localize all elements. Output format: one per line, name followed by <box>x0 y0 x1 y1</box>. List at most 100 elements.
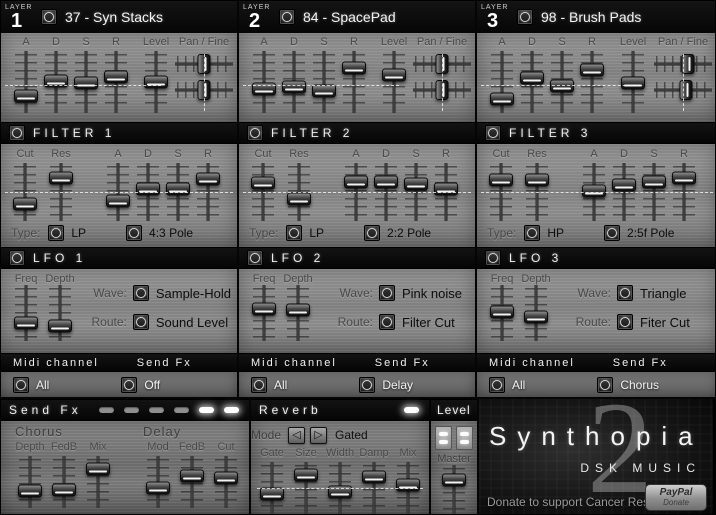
preset-select-button[interactable] <box>517 9 533 25</box>
res-slider[interactable] <box>522 163 552 221</box>
slider-knob[interactable] <box>144 75 168 89</box>
filter-r-slider[interactable] <box>669 163 699 221</box>
paypal-donate-button[interactable]: PayPal Donate <box>645 484 707 511</box>
slider-knob[interactable] <box>86 462 110 476</box>
sendfx-route-button[interactable] <box>359 376 376 393</box>
slider-knob[interactable] <box>48 319 72 333</box>
midi-channel-button[interactable] <box>489 376 505 393</box>
slider-knob[interactable] <box>672 171 696 184</box>
slider-knob[interactable] <box>146 481 170 495</box>
adsr-a-slider[interactable] <box>11 51 41 113</box>
slider-knob[interactable] <box>524 310 548 324</box>
filter-d-slider[interactable] <box>133 163 163 221</box>
chorus-mix-slider[interactable] <box>83 456 113 508</box>
filter-type-button[interactable] <box>524 225 541 241</box>
slider-knob[interactable] <box>104 70 128 84</box>
adsr-s-slider[interactable] <box>547 51 577 113</box>
filter-d-slider[interactable] <box>609 163 639 221</box>
filter-pole-button[interactable] <box>364 225 381 241</box>
midi-channel-button[interactable] <box>13 376 29 393</box>
reverb-gate-slider[interactable] <box>257 462 287 514</box>
slider-knob[interactable] <box>260 487 284 501</box>
slider-knob[interactable] <box>362 470 386 484</box>
reverb-width-slider[interactable] <box>325 462 355 514</box>
chorus-depth-slider[interactable] <box>15 456 45 508</box>
slider-knob[interactable] <box>342 61 366 75</box>
slider-knob[interactable] <box>251 176 275 190</box>
slider-knob[interactable] <box>344 175 368 189</box>
mode-prev-button[interactable]: ◁ <box>288 426 306 444</box>
slider-knob[interactable] <box>404 177 428 191</box>
slider-knob[interactable] <box>282 80 306 94</box>
lfo-freq-slider[interactable] <box>11 285 41 341</box>
preset-select-button[interactable] <box>279 9 295 25</box>
preset-name[interactable]: 98 - Brush Pads <box>541 9 641 25</box>
slider-knob[interactable] <box>13 197 37 211</box>
filter-led-button[interactable] <box>247 125 263 141</box>
adsr-r-slider[interactable] <box>577 51 607 113</box>
route-select-button[interactable] <box>379 314 395 330</box>
delay-cut-slider[interactable] <box>211 456 241 508</box>
delay-fedb-slider[interactable] <box>177 456 207 508</box>
slider-knob[interactable] <box>396 478 420 492</box>
filter-d-slider[interactable] <box>371 163 401 221</box>
slider-knob[interactable] <box>582 184 606 198</box>
reverb-size-slider[interactable] <box>291 462 321 514</box>
slider-knob[interactable] <box>294 468 318 482</box>
res-slider[interactable] <box>284 163 314 221</box>
res-slider[interactable] <box>46 163 76 221</box>
adsr-s-slider[interactable] <box>71 51 101 113</box>
slider-knob[interactable] <box>74 76 98 90</box>
slider-knob[interactable] <box>106 194 130 208</box>
slider-knob[interactable] <box>550 79 574 93</box>
slider-knob[interactable] <box>681 54 695 74</box>
slider-knob[interactable] <box>214 471 238 485</box>
lfo-depth-slider[interactable] <box>45 285 75 341</box>
fine-slider[interactable] <box>654 80 712 100</box>
slider-knob[interactable] <box>286 303 310 317</box>
slider-knob[interactable] <box>180 469 204 483</box>
slider-knob[interactable] <box>196 172 220 186</box>
slider-knob[interactable] <box>434 182 458 196</box>
adsr-d-slider[interactable] <box>517 51 547 113</box>
level-slider[interactable] <box>141 51 171 113</box>
slider-knob[interactable] <box>621 76 645 90</box>
slider-knob[interactable] <box>435 80 449 100</box>
chorus-fedb-slider[interactable] <box>49 456 79 508</box>
slider-knob[interactable] <box>642 175 666 189</box>
filter-r-slider[interactable] <box>431 163 461 221</box>
cut-slider[interactable] <box>10 163 40 221</box>
slider-knob[interactable] <box>520 71 544 85</box>
slider-knob[interactable] <box>197 80 211 100</box>
filter-s-slider[interactable] <box>639 163 669 221</box>
lfo-depth-slider[interactable] <box>283 285 313 341</box>
route-select-button[interactable] <box>617 314 633 330</box>
slider-knob[interactable] <box>312 84 336 98</box>
lfo-freq-slider[interactable] <box>249 285 279 341</box>
delay-mod-slider[interactable] <box>143 456 173 508</box>
filter-a-slider[interactable] <box>579 163 609 221</box>
preset-name[interactable]: 37 - Syn Stacks <box>65 9 163 25</box>
filter-a-slider[interactable] <box>103 163 133 221</box>
reverb-damp-slider[interactable] <box>359 462 389 514</box>
cut-slider[interactable] <box>486 163 516 221</box>
slider-knob[interactable] <box>197 54 211 74</box>
mode-next-button[interactable]: ▷ <box>310 426 328 444</box>
wave-select-button[interactable] <box>379 285 395 301</box>
slider-knob[interactable] <box>374 175 398 189</box>
slider-knob[interactable] <box>44 74 68 88</box>
adsr-a-slider[interactable] <box>487 51 517 113</box>
preset-select-button[interactable] <box>41 9 57 25</box>
slider-knob[interactable] <box>328 485 352 499</box>
wave-select-button[interactable] <box>132 285 149 301</box>
slider-knob[interactable] <box>490 92 514 106</box>
adsr-d-slider[interactable] <box>41 51 71 113</box>
filter-pole-button[interactable] <box>126 225 143 241</box>
reverb-mix-slider[interactable] <box>393 462 423 514</box>
master-slider[interactable] <box>439 465 469 514</box>
fine-slider[interactable] <box>413 80 471 100</box>
filter-type-button[interactable] <box>48 225 65 241</box>
pan-slider[interactable] <box>413 54 471 74</box>
slider-knob[interactable] <box>252 82 276 96</box>
level-slider[interactable] <box>618 51 648 113</box>
